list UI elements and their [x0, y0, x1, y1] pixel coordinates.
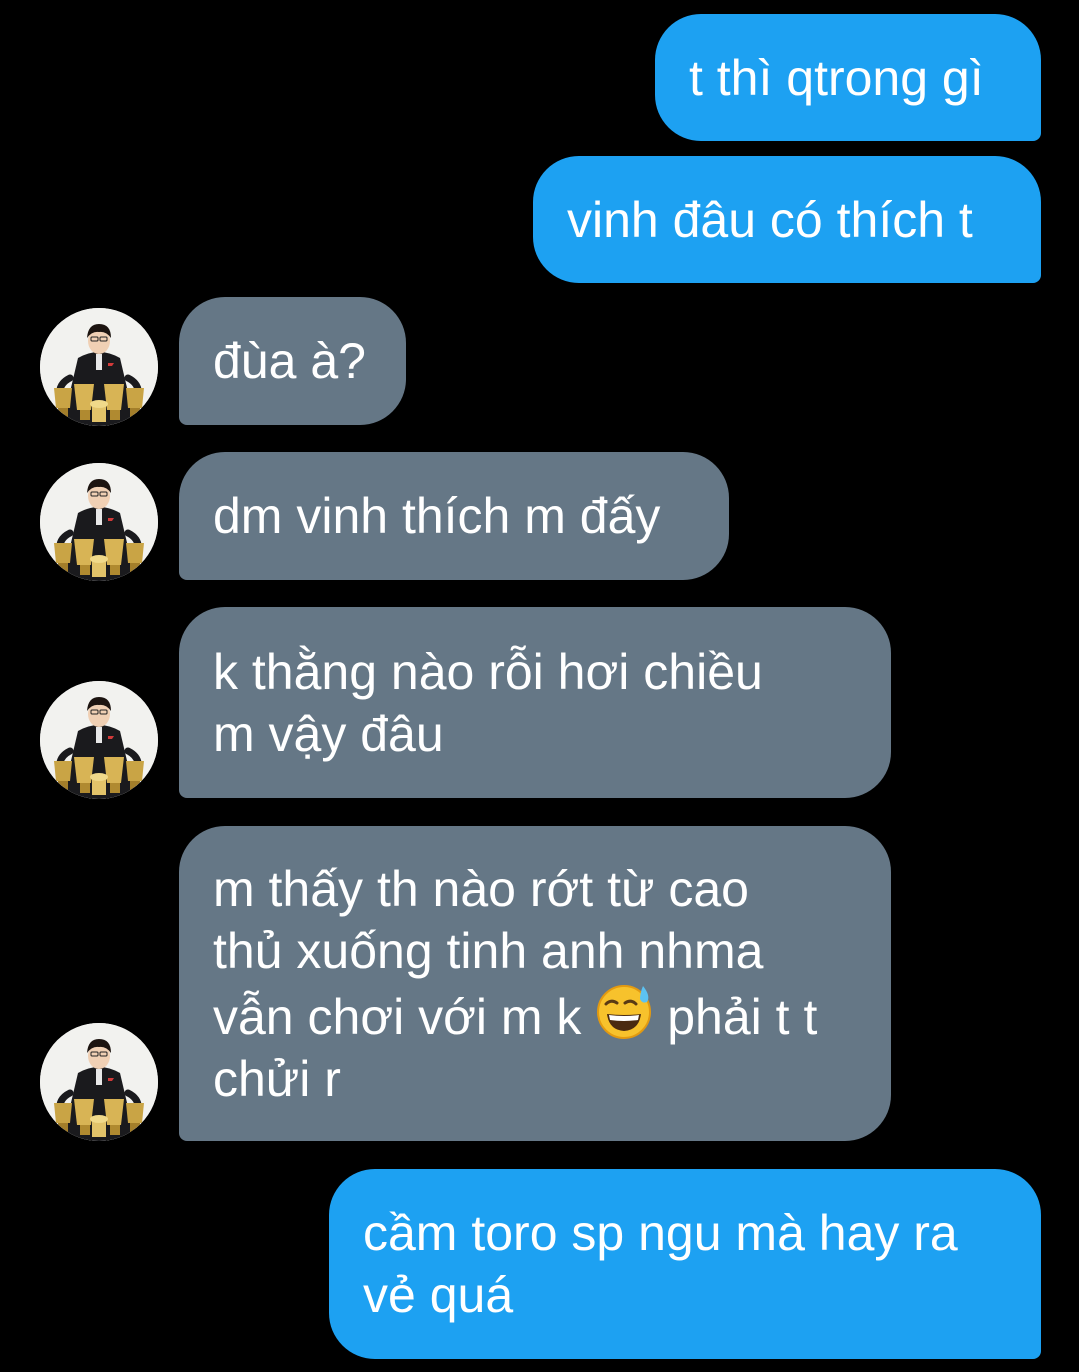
message-text-line: vẫn chơi với m k phải t t — [213, 982, 817, 1048]
contact-avatar[interactable] — [40, 681, 158, 799]
message-text-line: cầm toro sp ngu mà hay ra — [363, 1205, 958, 1261]
message-text-line: chửi r — [213, 1050, 341, 1107]
person-with-trophies-icon — [40, 463, 158, 581]
received-message-bubble[interactable]: đùa à? — [179, 297, 406, 425]
message-text-block: k thằng nào rỗi hơi chiều m vậy đâu — [213, 641, 763, 765]
contact-avatar[interactable] — [40, 1023, 158, 1141]
sent-message-bubble[interactable]: vinh đâu có thích t — [533, 156, 1041, 283]
message-text-line: k thằng nào rỗi hơi chiều — [213, 643, 763, 700]
person-with-trophies-icon — [40, 681, 158, 799]
received-message-bubble[interactable]: dm vinh thích m đấy — [179, 452, 729, 580]
message-text-line: m vậy đâu — [213, 705, 444, 762]
message-text-block: m thấy th nào rớt từ cao thủ xuống tinh … — [213, 858, 817, 1110]
message-text-line: thủ xuống tinh anh nhma — [213, 922, 764, 979]
message-text-block: cầm toro sp ngu mà hay ra vẻ quá — [363, 1202, 958, 1326]
contact-avatar[interactable] — [40, 463, 158, 581]
grinning-face-with-sweat-icon — [597, 984, 652, 1039]
received-message-bubble[interactable]: k thằng nào rỗi hơi chiều m vậy đâu — [179, 607, 891, 798]
message-text: t thì qtrong gì — [689, 49, 984, 106]
person-with-trophies-icon — [40, 308, 158, 426]
received-message-bubble[interactable]: m thấy th nào rớt từ cao thủ xuống tinh … — [179, 826, 891, 1141]
contact-avatar[interactable] — [40, 308, 158, 426]
message-text: vinh đâu có thích t — [567, 191, 973, 248]
message-text: dm vinh thích m đấy — [213, 488, 661, 544]
message-text-line: m thấy th nào rớt từ cao — [213, 860, 749, 917]
person-with-trophies-icon — [40, 1023, 158, 1141]
sent-message-bubble[interactable]: t thì qtrong gì — [655, 14, 1041, 141]
message-text: đùa à? — [213, 333, 366, 389]
message-text-line: vẻ quá — [363, 1267, 514, 1323]
message-text-segment: phải t t — [667, 988, 818, 1045]
sent-message-bubble[interactable]: cầm toro sp ngu mà hay ra vẻ quá — [329, 1169, 1041, 1359]
message-text-segment: vẫn chơi với m k — [213, 988, 582, 1045]
